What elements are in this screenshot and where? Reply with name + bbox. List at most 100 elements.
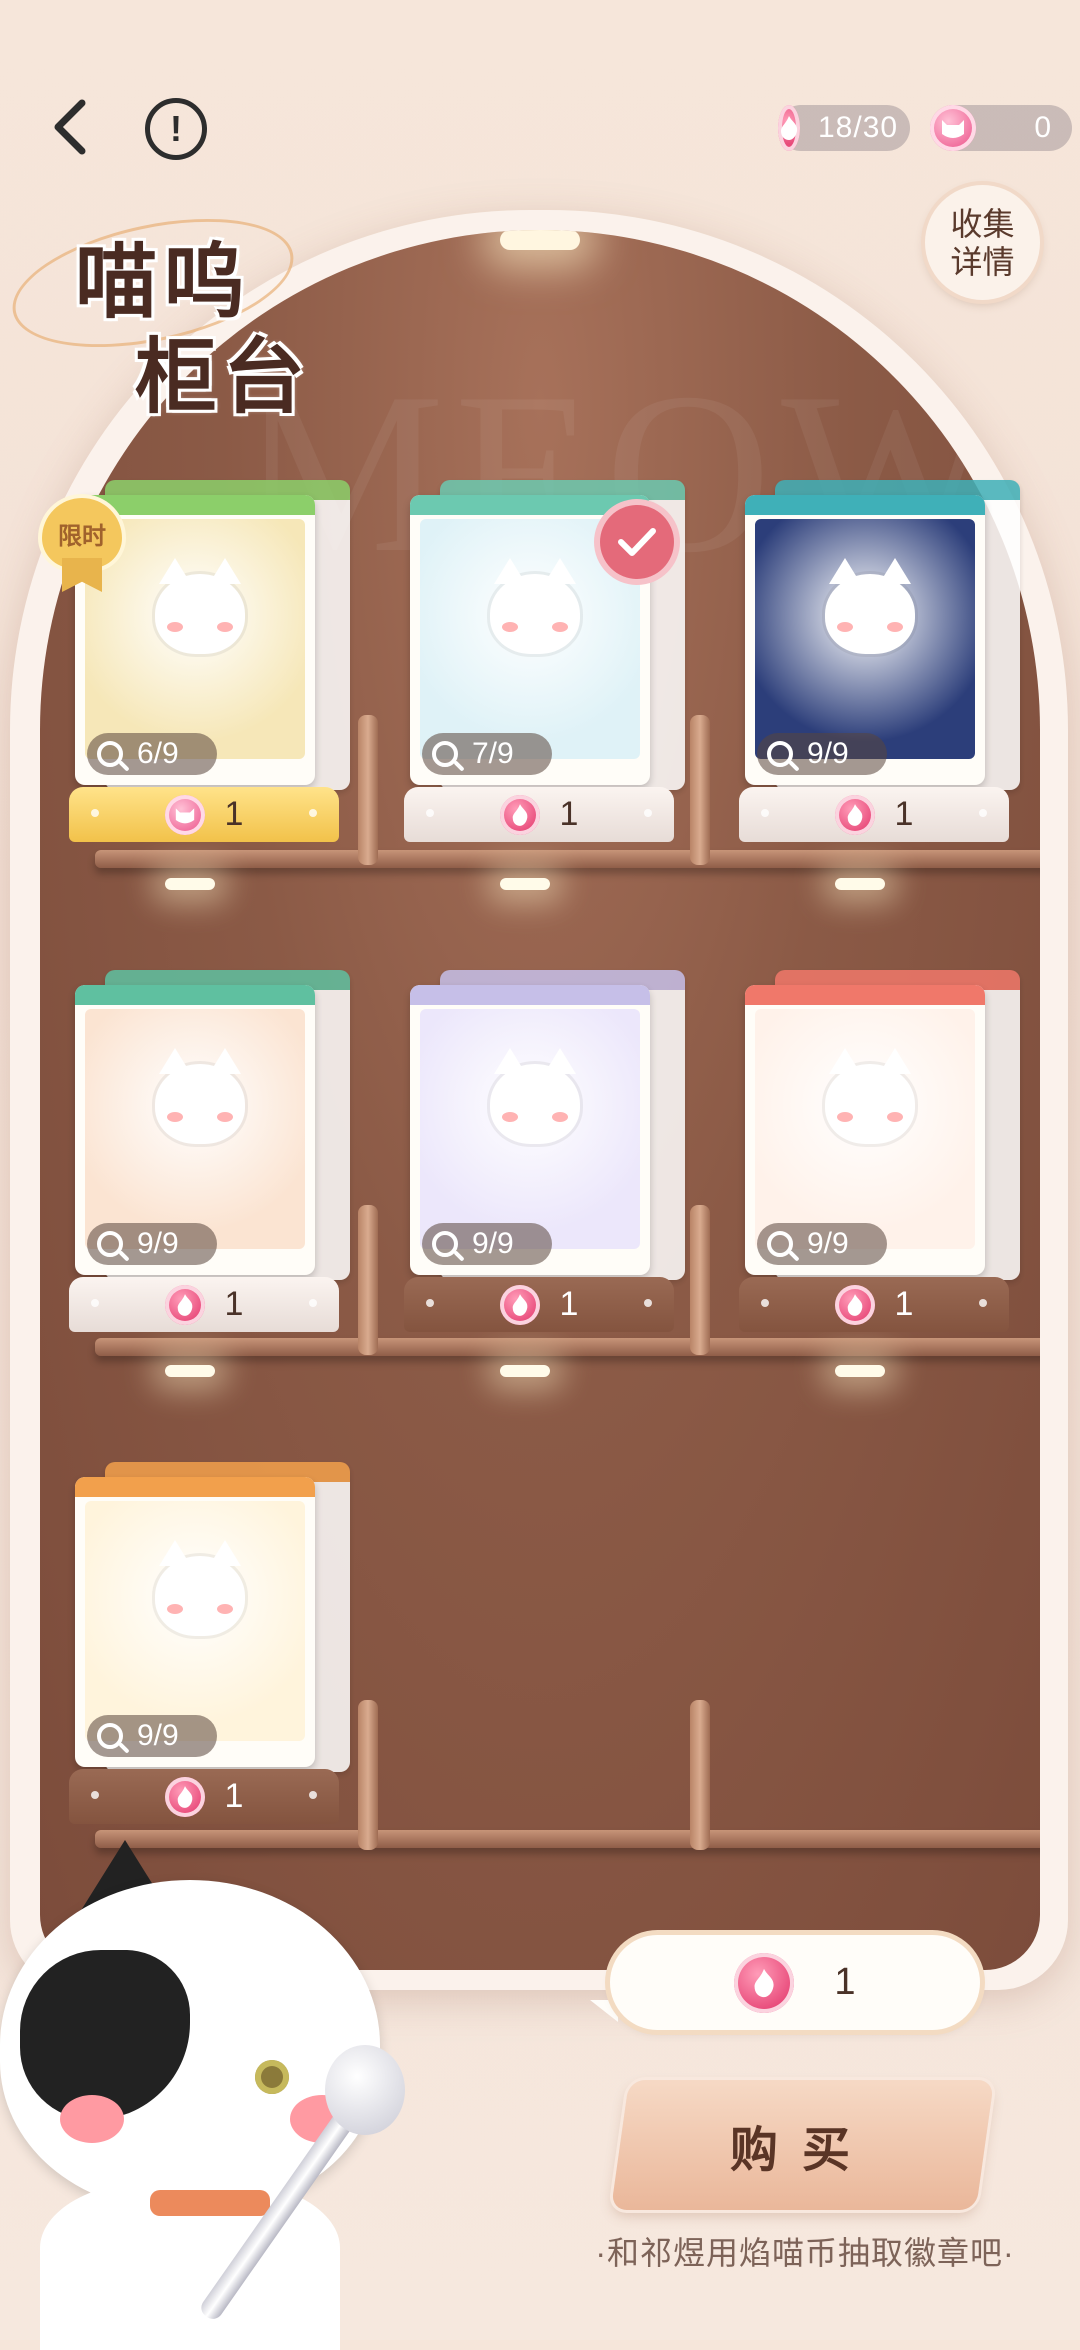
buy-button-label: 购买 bbox=[730, 2124, 875, 2177]
shelf-post bbox=[358, 1205, 378, 1355]
price-value: 1 bbox=[894, 1285, 914, 1323]
shelf-lamp bbox=[165, 1365, 215, 1377]
badge-pack[interactable]: 9/9 bbox=[745, 495, 985, 785]
badge-pack[interactable]: 9/9 bbox=[410, 985, 650, 1275]
spork-head bbox=[325, 2045, 405, 2135]
page-title: 喵呜 柜台 bbox=[1, 196, 355, 423]
pack-band bbox=[75, 1477, 315, 1497]
progress-text: 9/9 bbox=[137, 1227, 179, 1260]
limited-time-shield: 限时 bbox=[42, 498, 122, 568]
cat-blush bbox=[552, 622, 568, 632]
limited-time-badge: 限时 bbox=[42, 488, 122, 592]
info-button[interactable]: ! bbox=[145, 98, 207, 160]
cat-coin-counter[interactable]: 0 bbox=[930, 105, 1072, 151]
flame-coin-icon bbox=[499, 794, 540, 835]
mascot-patch bbox=[20, 1950, 190, 2120]
title-line-2: 柜台 bbox=[135, 332, 312, 423]
flame-coin-icon bbox=[164, 1284, 205, 1325]
tag-dot bbox=[426, 809, 434, 817]
shelf-post bbox=[690, 1700, 710, 1850]
badge-pack-item[interactable]: 9/9 1 bbox=[739, 970, 1020, 1345]
pack-band bbox=[745, 495, 985, 515]
tag-dot bbox=[91, 1791, 99, 1799]
ceiling-light bbox=[500, 230, 580, 250]
shelf-lamp bbox=[835, 878, 885, 890]
magnifier-icon bbox=[767, 741, 793, 767]
tag-dot bbox=[91, 809, 99, 817]
tag-dot bbox=[979, 1299, 987, 1307]
magnifier-icon bbox=[767, 1231, 793, 1257]
price-tag: 1 bbox=[69, 1277, 339, 1332]
collect-label-line-2: 详情 bbox=[950, 243, 1015, 280]
cat-illustration bbox=[825, 558, 915, 654]
badge-pack-item[interactable]: 9/9 1 bbox=[69, 970, 350, 1345]
flame-coin-counter[interactable]: 18/30 bbox=[778, 105, 910, 151]
price-tag: 1 bbox=[69, 1769, 339, 1824]
cat-blush bbox=[167, 1112, 183, 1122]
pack-artwork bbox=[85, 1009, 305, 1249]
cat-illustration bbox=[825, 1048, 915, 1144]
cat-illustration bbox=[155, 558, 245, 654]
collection-progress[interactable]: 9/9 bbox=[757, 733, 887, 775]
flame-coin-icon bbox=[734, 1952, 795, 2013]
badge-pack-item[interactable]: 9/9 1 bbox=[69, 1462, 350, 1837]
cat-coin-icon bbox=[930, 105, 976, 151]
price-value: 1 bbox=[224, 795, 244, 833]
badge-pack[interactable]: 9/9 bbox=[75, 985, 315, 1275]
flame-coin-icon bbox=[834, 794, 875, 835]
collection-progress[interactable]: 9/9 bbox=[87, 1715, 217, 1757]
pack-artwork bbox=[755, 1009, 975, 1249]
shelf-lamp bbox=[165, 878, 215, 890]
progress-text: 7/9 bbox=[472, 737, 514, 770]
pack-artwork bbox=[755, 519, 975, 759]
buy-button[interactable]: 购买 bbox=[610, 2080, 995, 2210]
mascot-collar bbox=[150, 2190, 270, 2216]
cat-blush bbox=[502, 622, 518, 632]
tag-dot bbox=[309, 1791, 317, 1799]
cost-display: 1 bbox=[610, 1935, 980, 2030]
pack-band bbox=[745, 985, 985, 1005]
magnifier-icon bbox=[97, 1231, 123, 1257]
price-tag: 1 bbox=[739, 1277, 1009, 1332]
shelf-post bbox=[358, 715, 378, 865]
cat-blush bbox=[167, 622, 183, 632]
progress-text: 9/9 bbox=[807, 1227, 849, 1260]
price-tag: 1 bbox=[404, 787, 674, 842]
collection-progress[interactable]: 9/9 bbox=[757, 1223, 887, 1265]
shelf-post bbox=[690, 1205, 710, 1355]
exclamation-icon: ! bbox=[170, 108, 182, 149]
badge-pack[interactable]: 9/9 bbox=[75, 1477, 315, 1767]
chevron-left-icon bbox=[54, 99, 86, 155]
cat-coin-balance: 0 bbox=[1034, 111, 1052, 144]
collection-progress[interactable]: 7/9 bbox=[422, 733, 552, 775]
tag-dot bbox=[761, 1299, 769, 1307]
cat-blush bbox=[837, 622, 853, 632]
collection-progress[interactable]: 6/9 bbox=[87, 733, 217, 775]
collection-progress[interactable]: 9/9 bbox=[422, 1223, 552, 1265]
back-button[interactable] bbox=[38, 95, 102, 159]
progress-text: 9/9 bbox=[807, 737, 849, 770]
collection-details-button[interactable]: 收集 详情 bbox=[925, 185, 1040, 300]
collection-progress[interactable]: 9/9 bbox=[87, 1223, 217, 1265]
flame-coin-icon bbox=[164, 1776, 205, 1817]
magnifier-icon bbox=[97, 1723, 123, 1749]
magnifier-icon bbox=[432, 1231, 458, 1257]
badge-pack-item[interactable]: 9/9 1 bbox=[739, 480, 1020, 855]
flame-coin-icon bbox=[499, 1284, 540, 1325]
badge-pack-item[interactable]: 9/9 1 bbox=[404, 970, 685, 1345]
cat-blush bbox=[217, 622, 233, 632]
shelf-post bbox=[358, 1700, 378, 1850]
badge-pack[interactable]: 9/9 bbox=[745, 985, 985, 1275]
price-tag: 1 bbox=[69, 787, 339, 842]
mascot-cat bbox=[0, 1840, 405, 2350]
cat-blush bbox=[887, 1112, 903, 1122]
cat-blush bbox=[887, 622, 903, 632]
shelf-post bbox=[690, 715, 710, 865]
tag-dot bbox=[644, 809, 652, 817]
cat-illustration bbox=[490, 1048, 580, 1144]
cat-illustration bbox=[490, 558, 580, 654]
progress-text: 6/9 bbox=[137, 737, 179, 770]
mascot-cheek bbox=[60, 2095, 124, 2143]
price-value: 1 bbox=[224, 1285, 244, 1323]
progress-text: 9/9 bbox=[472, 1227, 514, 1260]
